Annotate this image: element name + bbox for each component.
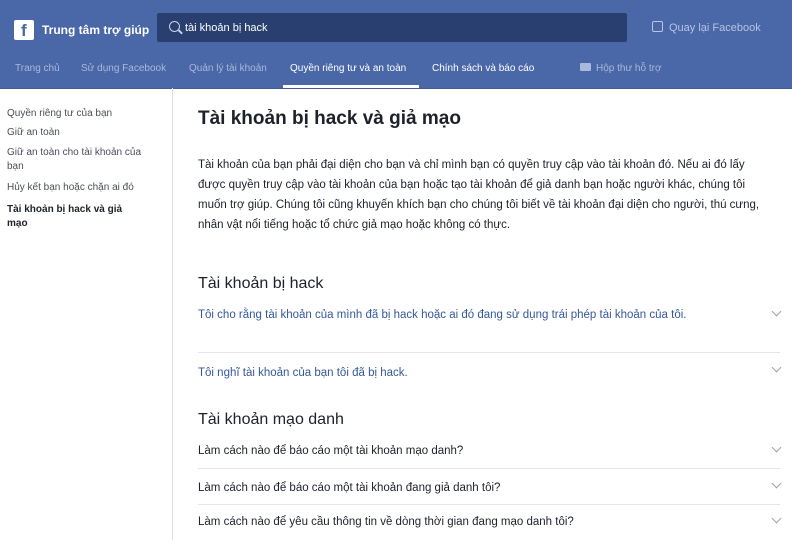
divider bbox=[198, 504, 780, 505]
support-inbox-label: Hộp thư hỗ trợ bbox=[596, 63, 662, 74]
nav-item-policies-reporting[interactable]: Chính sách và báo cáo bbox=[432, 63, 534, 74]
logo-letter: f bbox=[21, 21, 27, 40]
nav-item-using-facebook[interactable]: Sử dụng Facebook bbox=[81, 63, 166, 74]
search-icon bbox=[169, 21, 180, 32]
divider bbox=[198, 468, 780, 469]
nav-item-home[interactable]: Trang chủ bbox=[15, 63, 60, 74]
nav-item-support-inbox[interactable]: Hộp thư hỗ trợ bbox=[580, 63, 662, 74]
exit-icon bbox=[652, 21, 663, 32]
section-heading-impostor: Tài khoản mạo danh bbox=[198, 411, 344, 428]
sidebar-item-unfriend-block[interactable]: Hủy kết bạn hoặc chặn ai đó bbox=[7, 181, 157, 195]
sidebar: Quyền riêng tư của bạn Giữ an toàn Giữ a… bbox=[0, 88, 173, 540]
faq-item[interactable]: Tôi nghĩ tài khoản của bạn tôi đã bị hac… bbox=[198, 363, 746, 383]
back-link-label: Quay lại Facebook bbox=[669, 22, 761, 34]
faq-item[interactable]: Làm cách nào để báo cáo một tài khoản đa… bbox=[198, 478, 746, 498]
chevron-down-icon[interactable] bbox=[771, 362, 782, 373]
page-title: Tài khoản bị hack và giả mạo bbox=[198, 108, 461, 129]
nav-item-account-management[interactable]: Quản lý tài khoản bbox=[189, 63, 267, 74]
intro-paragraph: Tài khoản của bạn phải đại diện cho bạn … bbox=[198, 159, 760, 231]
chevron-down-icon[interactable] bbox=[771, 442, 782, 453]
faq-item[interactable]: Làm cách nào để báo cáo một tài khoản mạ… bbox=[198, 441, 746, 461]
sidebar-item-hacked-fake[interactable]: Tài khoản bị hack và giả mạo bbox=[7, 203, 137, 231]
chevron-down-icon[interactable] bbox=[771, 478, 782, 489]
search-input[interactable] bbox=[185, 13, 615, 42]
faq-item[interactable]: Tôi cho rằng tài khoản của mình đã bị ha… bbox=[198, 305, 746, 325]
nav-item-privacy-safety[interactable]: Quyền riêng tư và an toàn bbox=[290, 63, 406, 74]
back-to-facebook-link[interactable]: Quay lại Facebook bbox=[652, 21, 761, 34]
mail-icon bbox=[580, 63, 591, 71]
help-center-title[interactable]: Trung tâm trợ giúp bbox=[42, 23, 149, 37]
chevron-down-icon[interactable] bbox=[771, 306, 782, 317]
chevron-down-icon[interactable] bbox=[771, 513, 782, 524]
section-heading-hacked: Tài khoản bị hack bbox=[198, 275, 324, 292]
sidebar-item-your-privacy[interactable]: Quyền riêng tư của bạn bbox=[7, 107, 157, 121]
sidebar-item-stay-safe[interactable]: Giữ an toàn bbox=[7, 126, 157, 140]
faq-item[interactable]: Làm cách nào để yêu cầu thông tin về dòn… bbox=[198, 512, 746, 532]
facebook-logo-icon[interactable]: f bbox=[14, 20, 34, 40]
search-bar[interactable] bbox=[157, 13, 627, 42]
active-tab-indicator bbox=[283, 85, 419, 88]
sidebar-item-account-security[interactable]: Giữ an toàn cho tài khoản của bạn bbox=[7, 146, 157, 174]
divider bbox=[198, 352, 780, 353]
